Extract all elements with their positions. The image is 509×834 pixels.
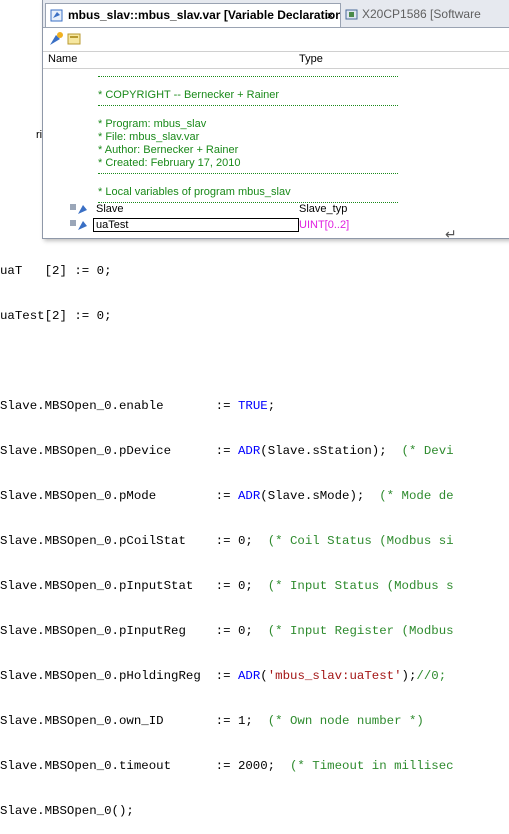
return-arrow-icon: ↵: [445, 226, 457, 242]
code-line: Slave.MBSOpen_0.pInputReg := 0; (* Input…: [0, 624, 454, 638]
add-type-icon[interactable]: [66, 31, 82, 47]
comment-line: * Program: mbus_slav: [98, 118, 207, 130]
comment-line: * COPYRIGHT -- Bernecker + Rainer: [98, 89, 280, 101]
comment-divider: [98, 173, 398, 182]
column-headers: Name Type: [43, 51, 509, 69]
variable-icon: [70, 220, 87, 230]
code-line: Slave.MBSOpen_0.pDevice := ADR(Slave.sSt…: [0, 444, 454, 458]
comment-line: * Local variables of program mbus_slav: [98, 186, 291, 198]
background-editor-edge: ri: [0, 0, 42, 238]
variable-file-icon: [50, 9, 63, 22]
code-line-partial: uaT [2] := 0;: [0, 264, 112, 278]
tab-mbus-slav-var[interactable]: mbus_slav::mbus_slav.var [Variable Decla…: [45, 3, 341, 27]
variable-declaration-window: mbus_slav::mbus_slav.var [Variable Decla…: [42, 0, 509, 242]
code-line: uaTest[2] := 0;: [0, 309, 112, 323]
toolbar: [43, 28, 509, 50]
code-line: Slave.MBSOpen_0.pHoldingReg := ADR('mbus…: [0, 669, 447, 683]
comment-divider: [98, 76, 398, 85]
comment-line: * File: mbus_slav.var: [98, 131, 200, 143]
header-comment-block: * COPYRIGHT -- Bernecker + Rainer * Prog…: [98, 73, 398, 215]
variable-row-selected[interactable]: uaTest UINT[0..2]: [43, 218, 509, 232]
code-line: Slave.MBSOpen_0.pCoilStat := 0; (* Coil …: [0, 534, 454, 548]
code-line: Slave.MBSOpen_0.pInputStat := 0; (* Inpu…: [0, 579, 454, 593]
comment-divider: [98, 105, 398, 114]
close-icon[interactable]: ×: [326, 4, 334, 27]
comment-line: * Created: February 17, 2010: [98, 157, 241, 169]
variable-type[interactable]: UINT[0..2]: [299, 218, 349, 232]
variable-icon: [70, 204, 87, 214]
variable-type[interactable]: Slave_typ: [299, 202, 347, 216]
comment-line: * Author: Bernecker + Rainer: [98, 144, 239, 156]
variable-name-edit-field[interactable]: uaTest: [93, 218, 299, 232]
tab-label: X20CP1586 [Software: [362, 7, 481, 21]
tab-strip: mbus_slav::mbus_slav.var [Variable Decla…: [43, 0, 509, 28]
tab-label: mbus_slav::mbus_slav.var [Variable Decla…: [68, 8, 341, 22]
code-editor[interactable]: uaT [2] := 0; uaTest[2] := 0; Slave.MBSO…: [0, 235, 509, 834]
code-line: Slave.MBSOpen_0.enable := TRUE;: [0, 399, 276, 413]
code-line: Slave.MBSOpen_0();: [0, 804, 134, 818]
column-header-type[interactable]: Type: [299, 53, 323, 65]
code-line: Slave.MBSOpen_0.own_ID := 1; (* Own node…: [0, 714, 424, 728]
tab-x20cp1586-software[interactable]: X20CP1586 [Software: [341, 3, 509, 26]
variable-name[interactable]: Slave: [96, 202, 124, 216]
code-line: Slave.MBSOpen_0.timeout := 2000; (* Time…: [0, 759, 454, 773]
code-line: Slave.MBSOpen_0.pMode := ADR(Slave.sMode…: [0, 489, 454, 503]
add-variable-icon[interactable]: [48, 31, 64, 47]
variable-row[interactable]: Slave Slave_typ: [43, 202, 509, 216]
cpu-config-icon: [345, 9, 358, 20]
column-header-name[interactable]: Name: [48, 53, 77, 65]
